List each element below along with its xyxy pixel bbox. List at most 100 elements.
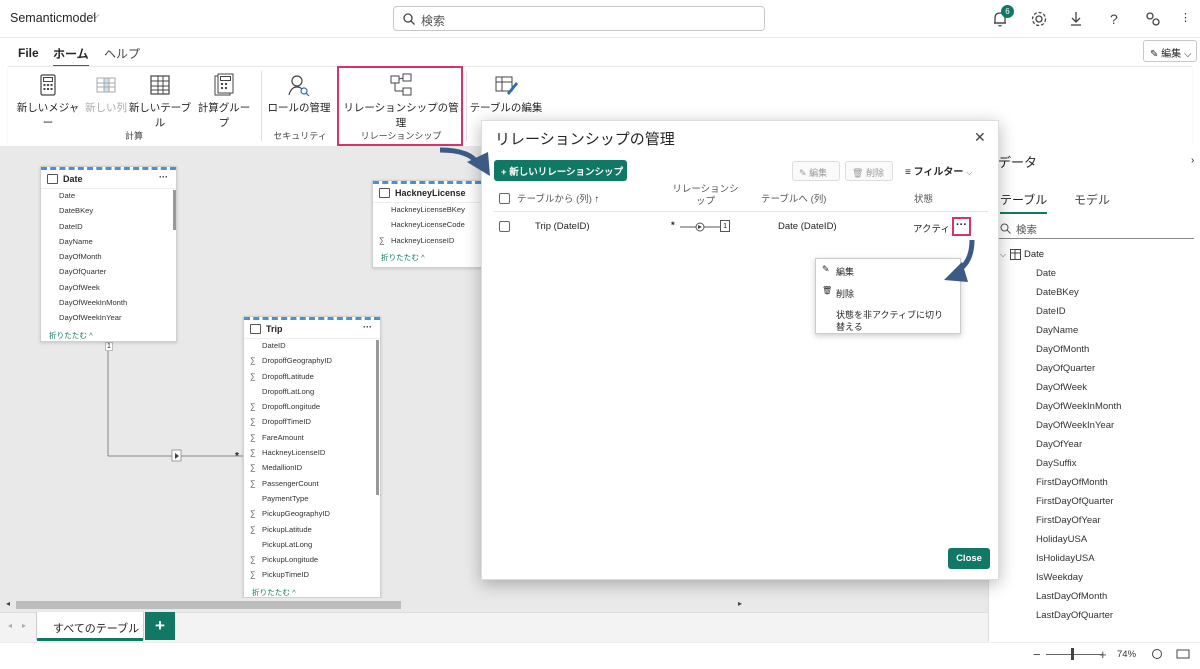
field-item[interactable]: ∑ HackneyLicenseID: [244, 448, 380, 463]
data-pane-field[interactable]: DayOfMonth: [1036, 344, 1089, 355]
calc-group-button[interactable]: 計算グループ: [194, 73, 254, 130]
chevron-down-icon[interactable]: ⌵: [92, 10, 100, 21]
column-header-state[interactable]: 状態: [914, 191, 933, 205]
field-item[interactable]: HackneyLicenseCode: [373, 220, 481, 235]
share-icon[interactable]: [1143, 9, 1163, 29]
manage-roles-button[interactable]: ロールの管理: [266, 73, 332, 115]
tab-all-tables[interactable]: すべてのテーブル: [36, 612, 144, 641]
tab-model[interactable]: モデル: [1074, 191, 1110, 208]
field-item[interactable]: ∑ PickupLongitude: [244, 555, 380, 570]
help-icon[interactable]: ?: [1104, 9, 1124, 29]
collapse-link[interactable]: 折りたたむ ^: [373, 252, 481, 263]
data-pane-field[interactable]: DayName: [1036, 325, 1078, 336]
data-pane-field[interactable]: DayOfYear: [1036, 439, 1082, 450]
row-to[interactable]: Date (DateID): [778, 221, 837, 232]
field-item[interactable]: DayOfWeek: [41, 283, 176, 298]
data-pane-field[interactable]: HolidayUSA: [1036, 534, 1087, 545]
new-measure-button[interactable]: 新しいメジャー: [14, 73, 82, 130]
table-card-date[interactable]: Date ··· Date DateBKey DateID DayName DayOfMo…: [40, 166, 177, 342]
data-pane-field[interactable]: DateBKey: [1036, 287, 1079, 298]
context-edit[interactable]: 編集: [836, 265, 854, 278]
fit-to-screen-icon[interactable]: [1176, 649, 1190, 659]
context-delete[interactable]: 削除: [836, 287, 854, 300]
field-item[interactable]: ∑ DropoffLatitude: [244, 372, 380, 387]
menu-home[interactable]: ホーム: [53, 45, 89, 67]
search-box[interactable]: 検索: [393, 6, 765, 31]
more-options-icon[interactable]: ···: [159, 172, 168, 182]
field-item[interactable]: DateID: [41, 222, 176, 237]
edit-button[interactable]: ✎ 編集: [792, 161, 840, 181]
data-pane-field[interactable]: DayOfWeek: [1036, 382, 1087, 393]
row-more-button[interactable]: ···: [952, 217, 971, 236]
data-pane-field[interactable]: DaySuffix: [1036, 458, 1076, 469]
more-options-icon[interactable]: ⋮: [1180, 11, 1191, 24]
close-pane-icon[interactable]: ›: [1191, 155, 1194, 166]
field-item[interactable]: ∑ PassengerCount: [244, 479, 380, 494]
select-all-checkbox[interactable]: [499, 193, 510, 204]
new-column-button[interactable]: 新しい列: [84, 73, 128, 115]
more-options-icon[interactable]: ···: [363, 322, 372, 332]
field-item[interactable]: DateID: [244, 341, 380, 356]
zoom-in-icon[interactable]: +: [1099, 647, 1107, 662]
gear-icon[interactable]: [1029, 9, 1049, 29]
edit-mode-button[interactable]: ✎ 編集 ⌵: [1143, 40, 1197, 62]
field-item[interactable]: Date: [41, 191, 176, 206]
zoom-slider-thumb[interactable]: [1071, 648, 1074, 660]
zoom-slider[interactable]: [1046, 654, 1102, 655]
menu-help[interactable]: ヘルプ: [104, 45, 140, 62]
data-pane-field[interactable]: DayOfWeekInYear: [1036, 420, 1114, 431]
field-item[interactable]: ∑ DropoffTimeID: [244, 417, 380, 432]
field-item[interactable]: ∑ FareAmount: [244, 433, 380, 448]
scrollbar[interactable]: [173, 190, 176, 230]
data-pane-field[interactable]: FirstDayOfYear: [1036, 515, 1101, 526]
scrollbar[interactable]: [376, 340, 379, 495]
field-item[interactable]: ∑ HackneyLicenseID: [373, 236, 481, 251]
field-item[interactable]: ∑ DropoffGeographyID: [244, 356, 380, 371]
refresh-icon[interactable]: [1151, 648, 1163, 660]
data-pane-field[interactable]: FirstDayOfQuarter: [1036, 496, 1114, 507]
add-tab-button[interactable]: +: [145, 612, 175, 640]
field-item[interactable]: ∑ PickupGeographyID: [244, 509, 380, 524]
tab-prev-icon[interactable]: ◂: [8, 621, 12, 630]
data-pane-field[interactable]: Date: [1036, 268, 1056, 279]
scroll-left-icon[interactable]: ◂: [6, 599, 10, 608]
data-pane-field[interactable]: DayOfQuarter: [1036, 363, 1095, 374]
horizontal-scrollbar[interactable]: ◂ ▸: [0, 598, 765, 612]
tab-tables[interactable]: テーブル: [1000, 191, 1048, 214]
delete-button[interactable]: 🗑 削除: [845, 161, 893, 181]
data-pane-field[interactable]: DayOfWeekInMonth: [1036, 401, 1121, 412]
column-header-from[interactable]: テーブルから (列) ↑: [517, 191, 599, 205]
context-toggle-state[interactable]: 状態を非アクティブに切り替える: [836, 309, 948, 333]
tab-next-icon[interactable]: ▸: [22, 621, 26, 630]
field-item[interactable]: DayOfWeekInYear: [41, 313, 176, 328]
data-pane-field[interactable]: IsHolidayUSA: [1036, 553, 1095, 564]
chevron-down-icon[interactable]: ⌵: [1000, 250, 1006, 260]
field-item[interactable]: ∑ PickupLatitude: [244, 525, 380, 540]
data-pane-field[interactable]: DateID: [1036, 306, 1066, 317]
field-item[interactable]: DayOfQuarter: [41, 267, 176, 282]
field-item[interactable]: DropoffLatLong: [244, 387, 380, 402]
collapse-link[interactable]: 折りたたむ ^: [41, 330, 176, 341]
collapse-link[interactable]: 折りたたむ ^: [244, 587, 380, 598]
field-item[interactable]: DayOfMonth: [41, 252, 176, 267]
zoom-out-icon[interactable]: −: [1033, 647, 1041, 662]
field-item[interactable]: ∑ MedallionID: [244, 463, 380, 478]
new-table-button[interactable]: 新しいテーブル: [126, 73, 194, 130]
field-item[interactable]: ∑ DropoffLongitude: [244, 402, 380, 417]
table-card-trip[interactable]: Trip ··· DateID ∑ DropoffGeographyID ∑ Dropof…: [243, 316, 381, 598]
close-icon[interactable]: ✕: [974, 129, 986, 146]
data-search-input[interactable]: 検索: [998, 219, 1194, 239]
app-title[interactable]: Semanticmodel: [10, 11, 96, 25]
field-item[interactable]: DayOfWeekInMonth: [41, 298, 176, 313]
download-icon[interactable]: [1066, 9, 1086, 29]
field-item[interactable]: DateBKey: [41, 206, 176, 221]
data-pane-table[interactable]: Date: [1024, 249, 1044, 260]
field-item[interactable]: DayName: [41, 237, 176, 252]
scroll-right-icon[interactable]: ▸: [738, 599, 742, 608]
data-pane-field[interactable]: LastDayOfQuarter: [1036, 610, 1113, 621]
field-item[interactable]: HackneyLicenseBKey: [373, 205, 481, 220]
field-item[interactable]: ∑ PickupTimeID: [244, 570, 380, 585]
scroll-thumb[interactable]: [16, 601, 401, 609]
data-pane-field[interactable]: LastDayOfMonth: [1036, 591, 1107, 602]
edit-tables-button[interactable]: テーブルの編集: [468, 73, 544, 115]
